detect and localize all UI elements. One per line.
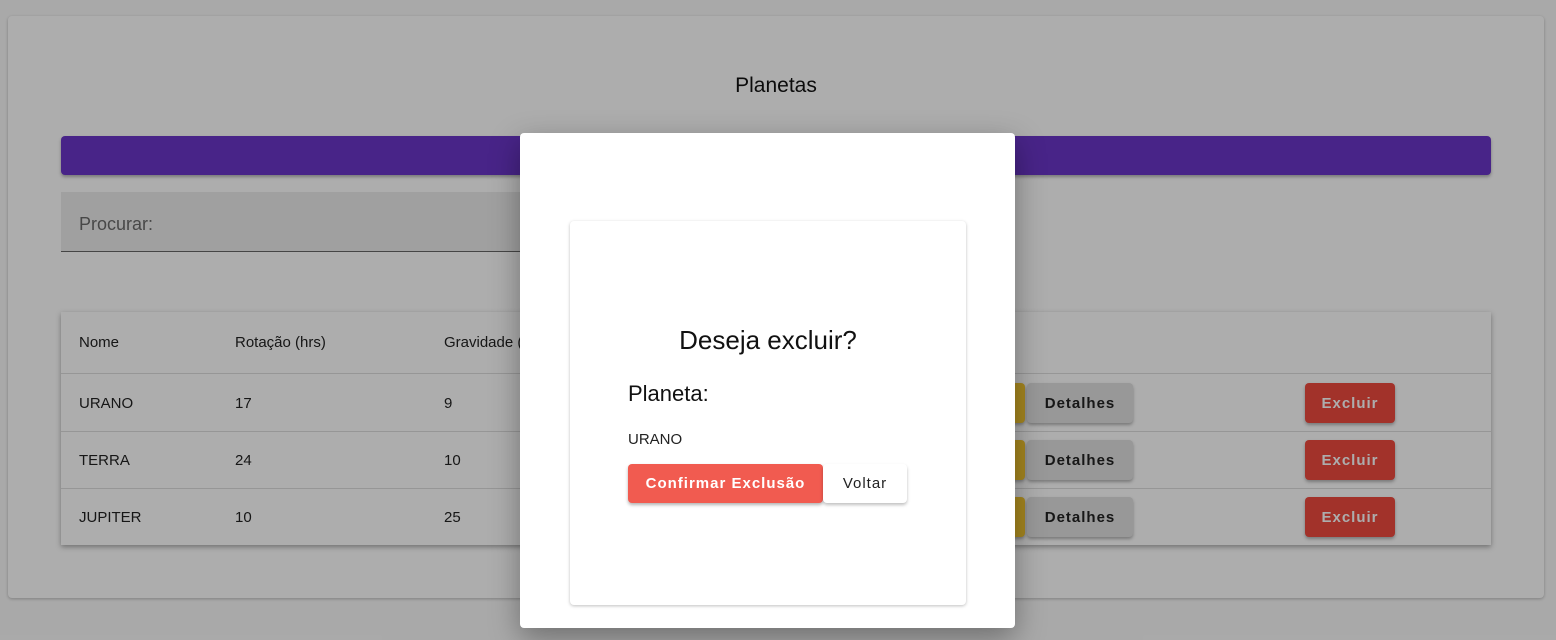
dialog-title: Deseja excluir? <box>679 325 857 355</box>
confirm-delete-button[interactable]: Confirmar Exclusão <box>628 464 823 503</box>
page: Planetas Procurar: Nome Rotação (hrs) Gr… <box>0 0 1556 640</box>
delete-dialog: Deseja excluir? Planeta: URANO Confirmar… <box>520 133 1015 628</box>
back-button[interactable]: Voltar <box>823 464 907 503</box>
dialog-planet-name: URANO <box>628 431 683 448</box>
dialog-label: Planeta: <box>628 381 709 406</box>
dialog-card: Deseja excluir? Planeta: URANO Confirmar… <box>570 221 966 605</box>
